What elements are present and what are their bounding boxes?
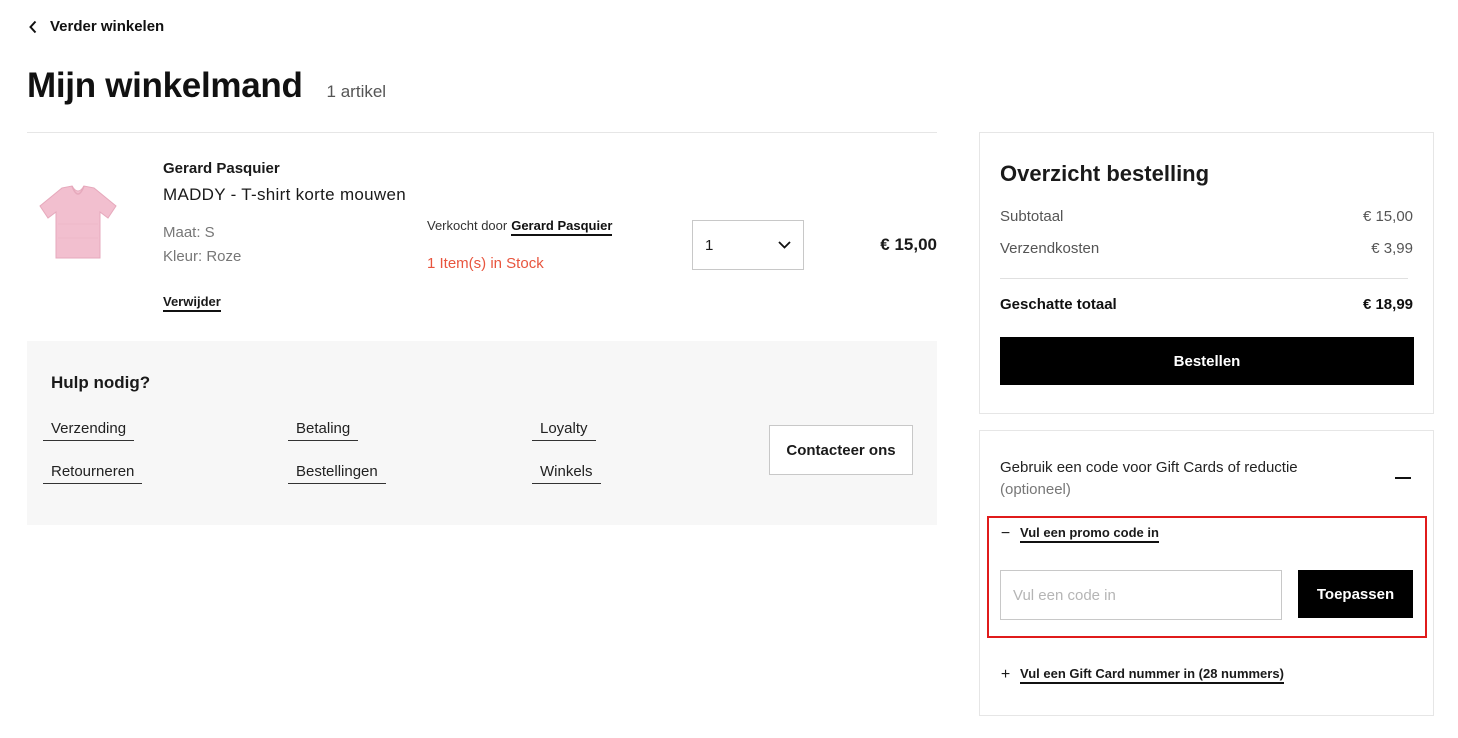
minus-icon: − [1000, 525, 1011, 542]
product-brand: Gerard Pasquier [163, 160, 280, 177]
order-summary: Overzicht bestelling Subtotaal € 15,00 V… [979, 132, 1434, 414]
help-section: Hulp nodig? Verzending Betaling Loyalty … [27, 341, 937, 525]
product-name[interactable]: MADDY - T-shirt korte mouwen [163, 185, 406, 205]
order-button[interactable]: Bestellen [1000, 337, 1414, 385]
quantity-value: 1 [705, 236, 714, 254]
promo-code-toggle[interactable]: − Vul een promo code in [1000, 525, 1159, 543]
giftcard-toggle-label: Vul een Gift Card nummer in (28 nummers) [1020, 666, 1284, 684]
help-link-bestellingen[interactable]: Bestellingen [288, 463, 386, 484]
shipping-row: Verzendkosten € 3,99 [1000, 240, 1413, 257]
plus-icon: + [1000, 666, 1011, 683]
seller-link[interactable]: Gerard Pasquier [511, 218, 613, 236]
subtotal-value: € 15,00 [1362, 208, 1413, 225]
promo-section: Gebruik een code voor Gift Cards of redu… [979, 430, 1434, 716]
remove-button[interactable]: Verwijder [163, 294, 221, 312]
total-value: € 18,99 [1362, 296, 1413, 313]
product-price: € 15,00 [880, 235, 937, 254]
total-row: Geschatte totaal € 18,99 [1000, 296, 1413, 313]
collapse-icon[interactable] [1395, 477, 1411, 479]
item-count: 1 artikel [326, 82, 387, 101]
help-link-verzending[interactable]: Verzending [43, 420, 135, 441]
page-title: Mijn winkelmand [27, 66, 303, 105]
back-link[interactable]: Verder winkelen [28, 18, 164, 35]
sold-by: Verkocht door Gerard Pasquier [427, 218, 613, 236]
help-title: Hulp nodig? [51, 373, 151, 392]
help-link-betaling[interactable]: Betaling [288, 420, 359, 441]
promo-heading-text: Gebruik een code voor Gift Cards of redu… [1000, 459, 1298, 476]
promo-heading[interactable]: Gebruik een code voor Gift Cards of redu… [1000, 457, 1298, 501]
total-label: Geschatte totaal [1000, 296, 1117, 313]
product-size: Maat: S [163, 224, 215, 241]
shipping-value: € 3,99 [1371, 240, 1413, 257]
subtotal-row: Subtotaal € 15,00 [1000, 208, 1413, 225]
summary-divider [1000, 278, 1408, 279]
help-link-winkels[interactable]: Winkels [532, 463, 601, 484]
promo-code-input[interactable] [1000, 570, 1282, 620]
apply-button[interactable]: Toepassen [1298, 570, 1413, 618]
product-image[interactable] [36, 180, 120, 264]
stock-status: 1 Item(s) in Stock [427, 255, 544, 272]
divider [27, 132, 937, 133]
tshirt-image [39, 185, 117, 259]
quantity-select[interactable]: 1 [692, 220, 804, 270]
product-color: Kleur: Roze [163, 248, 242, 265]
shipping-label: Verzendkosten [1000, 240, 1100, 257]
cart-header: Mijn winkelmand 1 artikel [27, 66, 386, 106]
chevron-down-icon [778, 241, 791, 249]
back-link-label: Verder winkelen [50, 18, 165, 35]
contact-button[interactable]: Contacteer ons [769, 425, 913, 475]
help-link-retourneren[interactable]: Retourneren [43, 463, 143, 484]
promo-code-toggle-label: Vul een promo code in [1020, 525, 1159, 543]
giftcard-toggle[interactable]: + Vul een Gift Card nummer in (28 nummer… [1000, 666, 1284, 684]
help-link-loyalty[interactable]: Loyalty [532, 420, 596, 441]
summary-title: Overzicht bestelling [1000, 161, 1210, 186]
sold-by-prefix: Verkocht door [427, 218, 508, 233]
chevron-left-icon [29, 20, 37, 33]
subtotal-label: Subtotaal [1000, 208, 1064, 225]
promo-optional-text: (optioneel) [1000, 481, 1071, 498]
